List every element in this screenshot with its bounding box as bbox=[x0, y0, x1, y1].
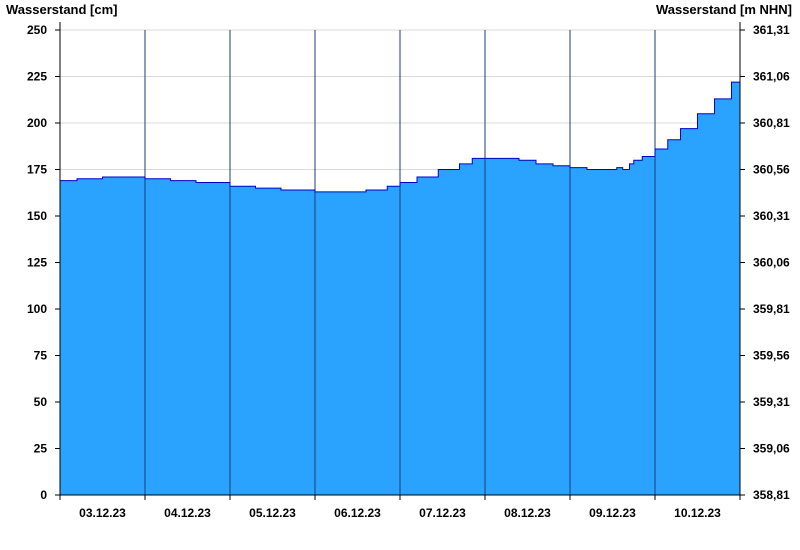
x-tick-label: 10.12.23 bbox=[674, 506, 721, 520]
right-tick-label: 359,56 bbox=[753, 349, 790, 363]
left-tick-label: 50 bbox=[34, 395, 48, 409]
right-tick-label: 359,31 bbox=[753, 395, 790, 409]
right-tick-label: 360,06 bbox=[753, 256, 790, 270]
x-tick-label: 03.12.23 bbox=[79, 506, 126, 520]
left-tick-label: 175 bbox=[27, 163, 47, 177]
left-tick-label: 0 bbox=[40, 488, 47, 502]
left-tick-label: 25 bbox=[34, 442, 48, 456]
right-tick-label: 360,81 bbox=[753, 116, 790, 130]
x-tick-label: 09.12.23 bbox=[589, 506, 636, 520]
right-tick-label: 359,81 bbox=[753, 302, 790, 316]
left-tick-label: 100 bbox=[27, 302, 47, 316]
x-tick-label: 05.12.23 bbox=[249, 506, 296, 520]
left-tick-label: 75 bbox=[34, 349, 48, 363]
water-level-chart: 0 25 50 75 100 125 150 175 200 225 250 358,81 359,0… bbox=[27, 22, 790, 520]
x-tick-label: 04.12.23 bbox=[164, 506, 211, 520]
right-tick-label: 360,56 bbox=[753, 163, 790, 177]
left-tick-label: 125 bbox=[27, 256, 47, 270]
left-tick-label: 250 bbox=[27, 23, 47, 37]
right-tick-label: 361,06 bbox=[753, 70, 790, 84]
right-tick-label: 358,81 bbox=[753, 488, 790, 502]
x-axis-ticks: 03.12.23 04.12.23 05.12.23 06.12.23 07.12.23… bbox=[59, 495, 741, 520]
x-tick-label: 06.12.23 bbox=[334, 506, 381, 520]
right-axis-ticks: 358,81 359,06 359,31 359,56 359,81 360,06 360,… bbox=[740, 23, 790, 502]
left-tick-label: 225 bbox=[27, 70, 47, 84]
x-tick-label: 07.12.23 bbox=[419, 506, 466, 520]
right-tick-label: 359,06 bbox=[753, 442, 790, 456]
left-tick-label: 200 bbox=[27, 116, 47, 130]
left-axis-ticks: 0 25 50 75 100 125 150 175 200 225 250 bbox=[27, 23, 60, 502]
x-tick-label: 08.12.23 bbox=[504, 506, 551, 520]
right-tick-label: 361,31 bbox=[753, 23, 790, 37]
left-tick-label: 150 bbox=[27, 209, 47, 223]
right-tick-label: 360,31 bbox=[753, 209, 790, 223]
